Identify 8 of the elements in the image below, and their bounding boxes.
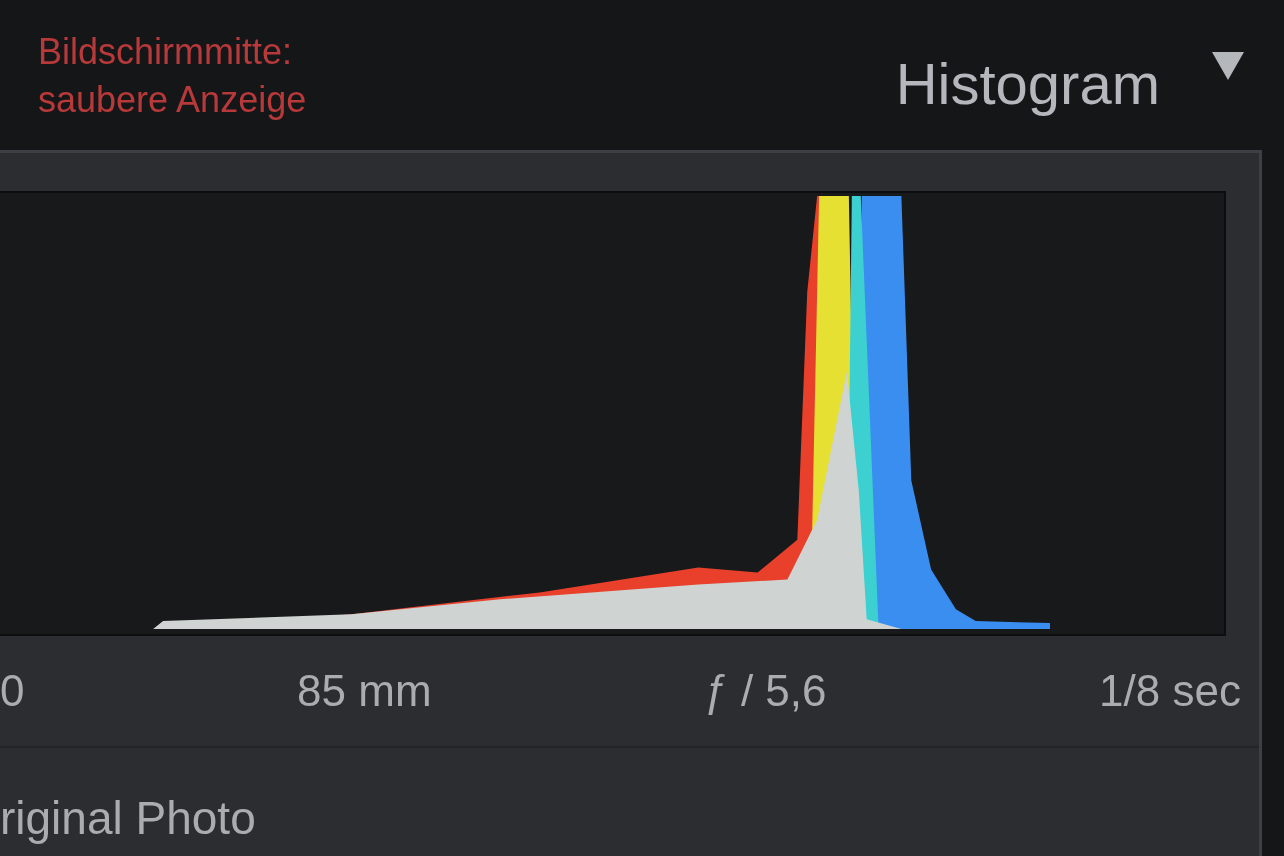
annotation-text: Bildschirmmitte: saubere Anzeige	[38, 30, 307, 122]
original-photo-label: riginal Photo	[0, 791, 257, 846]
exif-value: 85 mm	[297, 665, 432, 717]
exif-value: 1/8 sec	[1099, 665, 1241, 717]
exif-value: ƒ / 5,6	[704, 665, 827, 717]
panel-title: Histogram	[895, 50, 1160, 118]
collapse-triangle-icon[interactable]	[1210, 50, 1246, 82]
exif-value: 0	[0, 665, 25, 717]
